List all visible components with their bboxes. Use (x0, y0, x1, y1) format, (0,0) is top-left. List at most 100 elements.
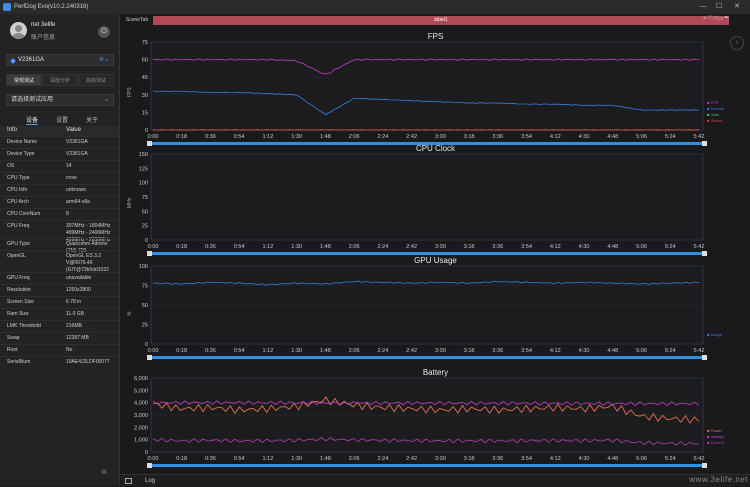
window-title: PerfDog Evo(v10.2.240316) (14, 0, 88, 14)
info-value: 216MB (66, 323, 82, 330)
y-tick-label: 4,000 (134, 401, 148, 407)
info-row: CPU Archarm64-v8a (0, 196, 119, 208)
chart-svg: 02550751001251500:000:180:360:541:121:30… (121, 144, 750, 260)
x-tick-label: 3:00 (435, 244, 446, 250)
y-tick-label: 150 (139, 152, 148, 158)
x-tick-label: 5:06 (636, 456, 647, 462)
watermark: www.3elife.net (689, 475, 748, 484)
legend-entry[interactable]: ■ Current (707, 440, 725, 445)
x-tick-label: 1:12 (263, 244, 274, 250)
info-key: OpenGL (7, 253, 26, 259)
x-tick-label: 5:42 (694, 456, 705, 462)
time-scrollbar[interactable] (149, 464, 705, 467)
x-tick-label: 3:00 (435, 348, 446, 354)
settings-side-icon[interactable]: ‹ (730, 36, 744, 50)
x-tick-label: 0:00 (148, 244, 159, 250)
tab-settings[interactable]: 设置 (56, 115, 68, 124)
cloud-icon[interactable]: ☁ (724, 16, 730, 22)
info-row: OS14 (0, 160, 119, 172)
info-row: Screen Size6.78 in (0, 296, 119, 308)
label-bar[interactable]: label1 (153, 16, 729, 25)
x-tick-label: 0:54 (234, 348, 245, 354)
time-scrollbar[interactable] (149, 356, 705, 359)
log-bar[interactable]: Log (121, 474, 750, 486)
x-tick-label: 1:12 (263, 134, 274, 140)
y-tick-label: 1,000 (134, 438, 148, 444)
x-tick-label: 3:36 (492, 456, 503, 462)
maximize-button[interactable]: ☐ (712, 0, 726, 14)
minimize-button[interactable]: — (696, 0, 710, 14)
scrollbar-handle-left[interactable] (147, 463, 152, 468)
info-key: CPU Arch (7, 199, 29, 205)
device-select[interactable]: V2361GA ≋⌄ (6, 54, 114, 66)
power-icon[interactable]: ⏻ (98, 26, 110, 38)
y-tick-label: 2,000 (134, 425, 148, 431)
time-scrollbar[interactable] (149, 252, 705, 255)
plot-area (151, 42, 703, 130)
legend-entry[interactable]: ■ Stutter (707, 118, 723, 123)
chart-svg: 02550751000:000:180:360:541:121:301:482:… (121, 256, 750, 364)
x-tick-label: 1:12 (263, 456, 274, 462)
x-tick-label: 0:36 (205, 348, 216, 354)
legend-entry[interactable]: ■ Voltage (707, 434, 725, 439)
info-header-key: Info (7, 127, 17, 133)
tab-device[interactable]: 设备 (26, 115, 38, 125)
account-info-link[interactable]: 账户信息 (31, 32, 55, 41)
tab-deep-analysis[interactable]: 深度分析 (42, 74, 78, 86)
x-tick-label: 5:24 (665, 244, 676, 250)
legend-entry[interactable]: ■ FPS (707, 100, 719, 105)
x-tick-label: 0:54 (234, 134, 245, 140)
legend-entry[interactable]: ■ Power (707, 428, 723, 433)
x-tick-label: 5:42 (694, 348, 705, 354)
info-value: 1260x2800 (66, 287, 91, 294)
info-value: V2361GA (66, 151, 88, 158)
legend-entry[interactable]: ■ Smooth (707, 106, 724, 111)
info-row: Device NameV2361GA (0, 136, 119, 148)
x-tick-label: 1:30 (291, 348, 302, 354)
info-value: unavailable (66, 275, 91, 282)
x-tick-label: 3:18 (464, 456, 475, 462)
app-select-label: 请选择测试应用 (11, 97, 53, 103)
toolbar-icons: ⌖♡◷▭☁ (703, 16, 730, 23)
tab-normal-test[interactable]: 常规测试 (6, 74, 42, 86)
y-tick-label: 60 (142, 58, 148, 64)
device-diamond-icon (10, 58, 16, 64)
x-tick-label: 4:30 (579, 134, 590, 140)
info-value: V2361GA (66, 139, 88, 146)
app-select[interactable]: 请选择测试应用 ⌄ (6, 94, 114, 106)
x-tick-label: 1:48 (320, 244, 331, 250)
scrollbar-handle-left[interactable] (147, 355, 152, 360)
info-row: CPU Infounknown (0, 184, 119, 196)
legend-entry[interactable]: ■ Jank (707, 112, 719, 117)
x-tick-label: 1:30 (291, 456, 302, 462)
y-tick-label: 5,000 (134, 388, 148, 394)
y-tick-label: 50 (142, 303, 148, 309)
tab-advanced-test[interactable]: 高级测试 (78, 74, 114, 86)
sidebar: net 3elife 账户信息 ⏻ V2361GA ≋⌄ 常规测试 深度分析 高… (0, 14, 120, 486)
scrollbar-handle-right[interactable] (702, 355, 707, 360)
log-label: Log (145, 478, 155, 484)
info-key: GPU Freq (7, 275, 30, 281)
info-value: No (66, 347, 72, 354)
avatar[interactable] (10, 22, 27, 39)
info-value: 12287 MB (66, 335, 89, 342)
close-button[interactable]: ✕ (730, 0, 744, 14)
x-tick-label: 2:42 (406, 244, 417, 250)
collapse-sidebar-icon[interactable]: « (101, 466, 107, 478)
y-tick-label: 30 (142, 93, 148, 99)
main-area: SceneTab label1 ⌖♡◷▭☁ FPSFPS015304560750… (121, 14, 750, 486)
x-tick-label: 2:06 (349, 456, 360, 462)
x-tick-label: 0:54 (234, 244, 245, 250)
x-tick-label: 1:30 (291, 244, 302, 250)
x-tick-label: 5:24 (665, 134, 676, 140)
x-tick-label: 3:54 (521, 456, 532, 462)
scene-tab[interactable]: SceneTab (123, 16, 151, 25)
info-key: LMK Threshold (7, 323, 41, 329)
title-bar: PerfDog Evo(v10.2.240316) — ☐ ✕ (0, 0, 750, 14)
x-tick-label: 3:54 (521, 134, 532, 140)
legend-entry[interactable]: ■ Usage (707, 332, 723, 337)
x-tick-label: 2:24 (377, 134, 388, 140)
tab-about[interactable]: 关于 (86, 115, 98, 124)
info-key: OS (7, 163, 14, 169)
scrollbar-handle-right[interactable] (702, 463, 707, 468)
